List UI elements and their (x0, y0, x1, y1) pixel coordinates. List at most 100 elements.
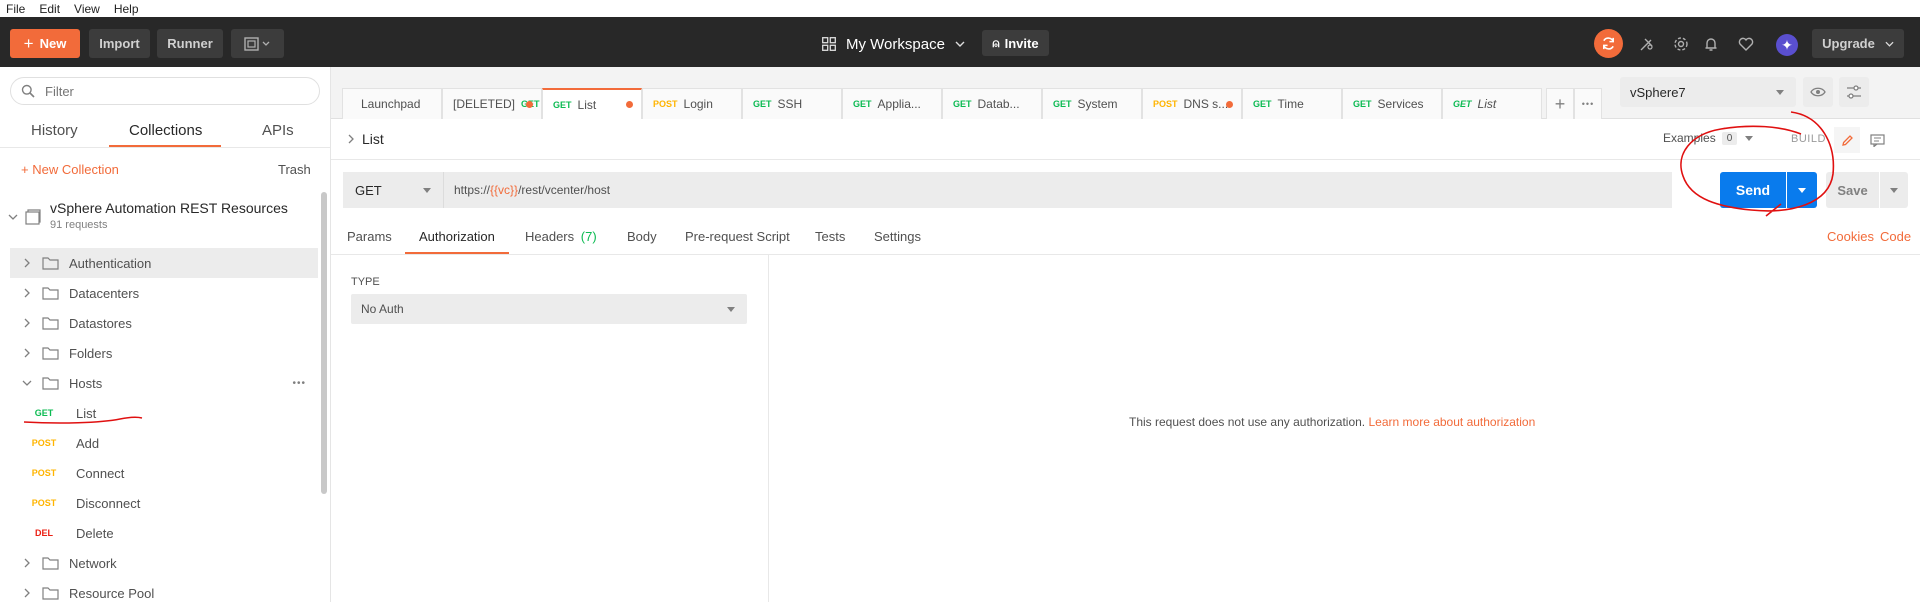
sync-icon[interactable] (1594, 29, 1623, 58)
runner-button[interactable]: Runner (157, 29, 223, 58)
comments-icon[interactable] (1864, 127, 1890, 153)
method-badge: POST (31, 438, 57, 448)
satellite-icon[interactable] (1636, 33, 1658, 55)
tab-post-login[interactable]: POST Login (642, 88, 742, 119)
collection-icon (25, 209, 41, 225)
tab-apis[interactable]: APIs (262, 122, 294, 139)
folder-icon (42, 587, 59, 600)
workspace-switcher[interactable]: My Workspace (822, 32, 965, 56)
chevron-down-icon (955, 41, 965, 47)
search-icon (21, 84, 35, 98)
workspace-label: My Workspace (846, 35, 945, 53)
chevron-right-icon[interactable] (348, 134, 354, 144)
folder-resource-pool[interactable]: Resource Pool (10, 578, 318, 608)
sliders-icon (1847, 85, 1861, 99)
folder-datacenters[interactable]: Datacenters (10, 278, 318, 308)
import-button[interactable]: Import (89, 29, 150, 58)
request-editor: List Examples 0 BUILD GET https://{{vc}}… (331, 111, 1920, 602)
plus-icon: + (23, 33, 34, 53)
auth-type-select[interactable]: No Auth (351, 294, 747, 324)
trash-button[interactable]: Trash (278, 162, 311, 177)
grid-icon (822, 37, 836, 51)
request-title[interactable]: List (362, 131, 384, 147)
unsaved-dot (1226, 100, 1233, 108)
menu-help[interactable]: Help (114, 2, 139, 16)
tab-launchpad[interactable]: Launchpad (342, 88, 442, 119)
environment-quicklook-button[interactable] (1803, 77, 1833, 107)
method-badge: DEL (35, 528, 53, 538)
tab-get-appliance[interactable]: GET Applia... (842, 88, 942, 119)
folder-network[interactable]: Network (10, 548, 318, 578)
environment-select[interactable]: vSphere7 (1620, 77, 1796, 107)
upgrade-button[interactable]: Upgrade (1812, 29, 1904, 58)
subtab-headers[interactable]: Headers (7) (525, 229, 597, 244)
new-button[interactable]: + New (10, 29, 80, 58)
invite-button[interactable]: ⍝ Invite (982, 30, 1049, 56)
save-options-button[interactable] (1880, 172, 1908, 208)
unsaved-dot (526, 100, 533, 108)
chevron-right-icon (24, 318, 30, 328)
collection-item[interactable]: vSphere Automation REST Resources 91 req… (0, 195, 318, 239)
sparkle-icon: ✦ (1781, 36, 1793, 53)
method-badge: POST (31, 498, 57, 508)
menu-view[interactable]: View (74, 2, 100, 16)
folder-icon (42, 287, 59, 300)
tab-get-system[interactable]: GET System (1042, 88, 1142, 119)
url-input[interactable]: https://{{vc}}/rest/vcenter/host (444, 172, 1672, 208)
caret-down-icon (1776, 89, 1784, 95)
folder-more-icon[interactable]: ••• (292, 378, 306, 389)
heart-icon[interactable] (1735, 33, 1757, 55)
cookies-link[interactable]: Cookies (1827, 229, 1874, 244)
filter-box[interactable] (10, 77, 320, 105)
menu-file[interactable]: File (6, 2, 25, 16)
plus-icon: + (1554, 93, 1566, 114)
tab-deleted[interactable]: [DELETED] GET (442, 88, 542, 119)
folder-hosts[interactable]: Hosts ••• (10, 368, 318, 398)
filter-input[interactable] (45, 83, 295, 99)
tab-more-button[interactable]: ••• (1574, 88, 1602, 119)
bell-icon[interactable] (1700, 33, 1722, 55)
request-post-disconnect[interactable]: POST Disconnect (10, 488, 318, 518)
annotation-underline (23, 416, 143, 424)
tab-post-dns[interactable]: POST DNS s... (1142, 88, 1242, 119)
request-del-delete[interactable]: DEL Delete (10, 518, 318, 548)
annotation-circle (1680, 111, 1835, 217)
tab-get-list[interactable]: GET List (542, 88, 642, 119)
tab-get-services[interactable]: GET Services (1342, 88, 1442, 119)
new-collection-button[interactable]: + New Collection (21, 162, 119, 177)
subtab-tests[interactable]: Tests (815, 229, 845, 244)
subtab-authorization[interactable]: Authorization (419, 229, 495, 244)
folder-datastores[interactable]: Datastores (10, 308, 318, 338)
subtab-body[interactable]: Body (627, 229, 657, 244)
sidebar-scrollbar[interactable] (321, 192, 327, 494)
tab-history[interactable]: History (31, 122, 78, 139)
gear-icon[interactable] (1670, 33, 1692, 55)
sidebar: History Collections APIs + New Collectio… (0, 67, 331, 602)
subtab-settings[interactable]: Settings (874, 229, 921, 244)
folder-authentication[interactable]: Authentication (10, 248, 318, 278)
new-window-button[interactable] (231, 29, 284, 58)
code-link[interactable]: Code (1880, 229, 1911, 244)
subtab-params[interactable]: Params (347, 229, 392, 244)
divider (331, 254, 1920, 255)
method-select[interactable]: GET (343, 172, 444, 208)
learn-more-link[interactable]: Learn more about authorization (1369, 415, 1536, 429)
tab-collections[interactable]: Collections (129, 122, 202, 139)
chevron-right-icon (24, 588, 30, 598)
request-post-add[interactable]: POST Add (10, 428, 318, 458)
request-post-connect[interactable]: POST Connect (10, 458, 318, 488)
tab-get-database[interactable]: GET Datab... (942, 88, 1042, 119)
profile-avatar[interactable]: ✦ (1776, 34, 1798, 56)
tab-get-ssh[interactable]: GET SSH (742, 88, 842, 119)
folder-icon (42, 317, 59, 330)
manage-environments-button[interactable] (1839, 77, 1869, 107)
chevron-right-icon (24, 348, 30, 358)
chevron-right-icon (24, 288, 30, 298)
add-tab-button[interactable]: + (1546, 88, 1574, 119)
headers-count: (7) (580, 229, 597, 244)
folder-folders[interactable]: Folders (10, 338, 318, 368)
tab-get-list-2[interactable]: GET List (1442, 88, 1542, 119)
menu-edit[interactable]: Edit (39, 2, 60, 16)
subtab-pre-request-script[interactable]: Pre-request Script (685, 229, 790, 244)
tab-get-time[interactable]: GET Time (1242, 88, 1342, 119)
